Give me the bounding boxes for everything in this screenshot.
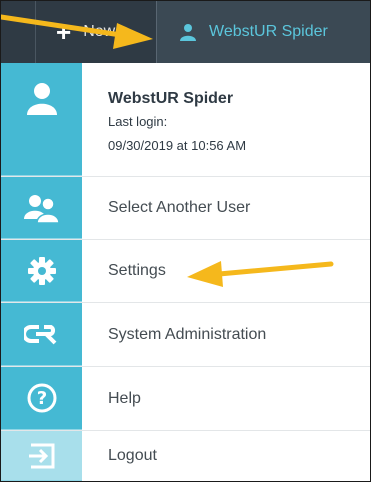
user-menu-toggle[interactable]: WebstUR Spider	[156, 1, 370, 63]
user-menu-screenshot: + New WebstUR Spider WebstUR Spider Last…	[0, 0, 371, 482]
user-dropdown-menu: WebstUR Spider Last login: 09/30/2019 at…	[1, 63, 370, 481]
menu-item-select-another-user[interactable]: Select Another User	[1, 177, 370, 240]
top-bar: + New WebstUR Spider	[1, 1, 370, 63]
gear-icon	[27, 256, 56, 285]
avatar-icon	[26, 83, 57, 115]
logout-icon	[28, 443, 54, 468]
logout-icon-cell	[1, 431, 82, 481]
menu-item-settings[interactable]: Settings	[1, 240, 370, 303]
admin-icon-cell	[1, 303, 82, 366]
cr-logo-icon	[23, 325, 56, 345]
users-icon	[23, 194, 60, 223]
help-icon-cell: ?	[1, 367, 82, 430]
new-button[interactable]: + New	[36, 1, 156, 63]
profile-icon-cell	[1, 63, 82, 176]
menu-item-label: Help	[108, 389, 141, 407]
plus-icon: +	[56, 17, 72, 47]
user-profile-header: WebstUR Spider Last login: 09/30/2019 at…	[1, 63, 370, 177]
menu-item-label: Settings	[108, 262, 166, 279]
menu-item-label: System Administration	[108, 325, 267, 343]
help-icon: ?	[27, 383, 56, 413]
menu-item-label: Select Another User	[108, 199, 251, 216]
select-user-icon-cell	[1, 177, 82, 239]
menu-item-help[interactable]: ? Help	[1, 367, 370, 431]
menu-item-label: Logout	[108, 447, 157, 464]
user-icon	[180, 24, 196, 41]
last-login-value: 09/30/2019 at 10:56 AM	[108, 138, 247, 153]
user-menu-name: WebstUR Spider	[209, 23, 328, 40]
settings-icon-cell	[1, 240, 82, 302]
svg-text:?: ?	[36, 388, 46, 409]
menu-item-logout[interactable]: Logout	[1, 431, 370, 481]
profile-name: WebstUR Spider	[108, 90, 234, 107]
last-login-label: Last login:	[108, 114, 168, 129]
new-button-label: New	[83, 23, 116, 40]
menu-item-system-administration[interactable]: System Administration	[1, 303, 370, 367]
